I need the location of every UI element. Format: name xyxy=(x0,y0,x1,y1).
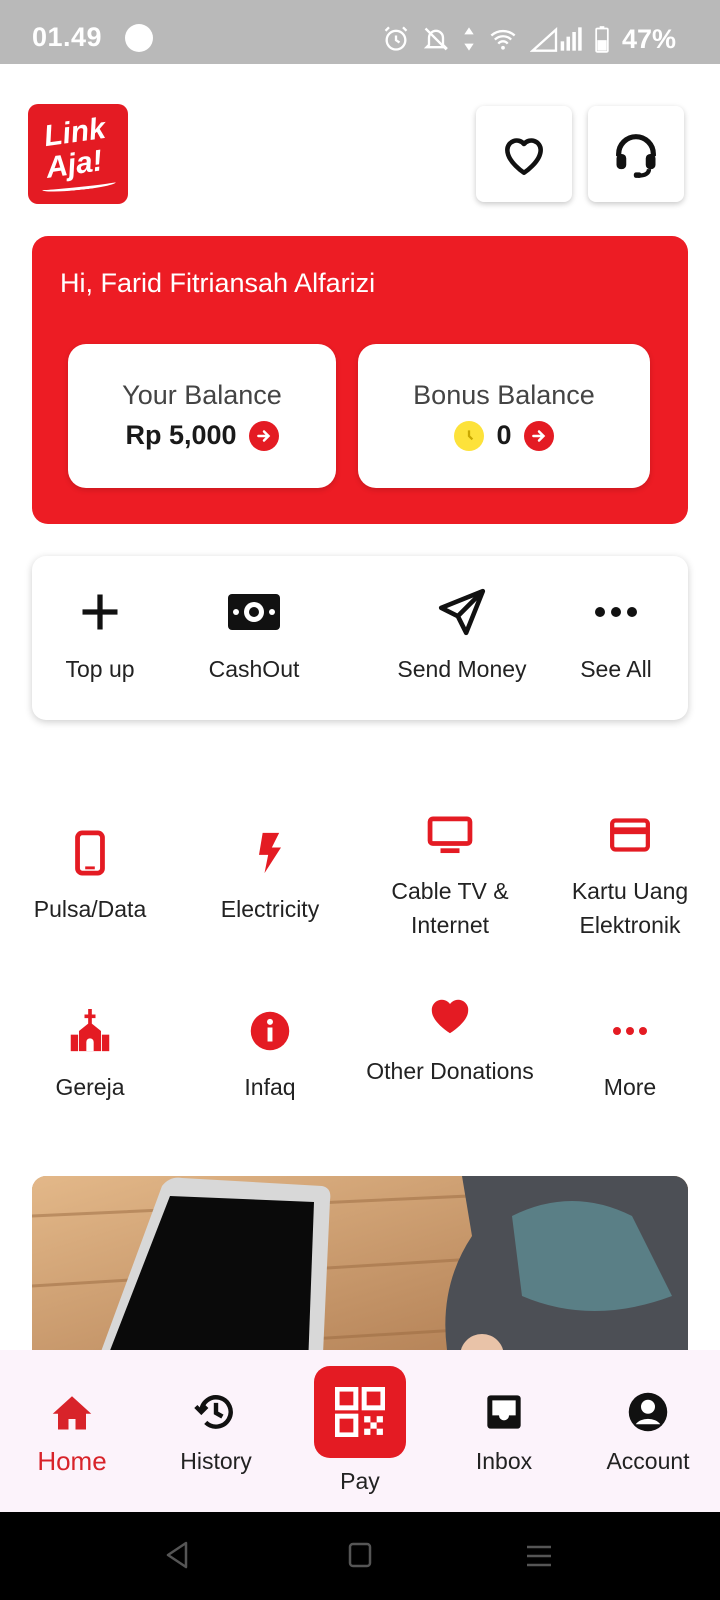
quick-action-send-money[interactable]: Send Money xyxy=(362,586,562,683)
heart-icon xyxy=(431,999,469,1034)
nav-account-label: Account xyxy=(606,1448,690,1474)
service-other-donations[interactable]: Other Donations xyxy=(360,990,540,1088)
qr-code-icon xyxy=(335,1387,385,1437)
customer-support-button[interactable] xyxy=(588,106,684,202)
data-arrows-icon xyxy=(464,27,474,51)
wifi-icon xyxy=(490,29,516,50)
card-icon xyxy=(610,818,650,852)
nav-home[interactable]: Home xyxy=(2,1388,142,1477)
home-icon xyxy=(52,1396,92,1430)
banner-image xyxy=(32,1176,688,1376)
church-icon xyxy=(70,1009,110,1052)
system-back-icon[interactable] xyxy=(164,1540,190,1570)
bonus-coin-icon xyxy=(454,420,485,451)
service-kartu-uang-elektronik[interactable]: Kartu Uang Elektronik xyxy=(540,810,720,942)
heart-icon xyxy=(505,138,543,176)
nav-account[interactable]: Account xyxy=(578,1388,718,1475)
your-balance-label: Your Balance xyxy=(122,380,282,410)
system-home-icon[interactable] xyxy=(348,1542,372,1568)
app-notification-icon xyxy=(125,24,153,52)
nav-pay-button[interactable] xyxy=(314,1366,406,1458)
service-label: Electricity xyxy=(220,896,320,922)
quick-action-cashout[interactable]: CashOut xyxy=(174,586,334,683)
nav-history[interactable]: History xyxy=(146,1388,286,1475)
service-pulsa-data[interactable]: Pulsa/Data xyxy=(0,828,180,926)
battery-icon xyxy=(595,26,609,53)
nav-inbox[interactable]: Inbox xyxy=(434,1388,574,1475)
tv-icon xyxy=(427,816,473,854)
lightning-icon xyxy=(259,832,281,874)
service-cable-tv-internet[interactable]: Cable TV & Internet xyxy=(360,810,540,942)
system-nav-bar xyxy=(0,1512,720,1600)
bonus-balance-card[interactable]: Bonus Balance 0 xyxy=(358,344,650,488)
phone-icon xyxy=(75,830,105,876)
bonus-balance-row: 0 xyxy=(358,420,650,451)
service-label: Gereja xyxy=(55,1074,125,1100)
service-gereja[interactable]: Gereja xyxy=(0,1006,180,1104)
cash-icon xyxy=(228,594,280,630)
service-more[interactable]: More xyxy=(540,1006,720,1104)
quick-action-label: Send Money xyxy=(397,656,527,682)
plus-icon xyxy=(82,594,118,630)
greeting-text: Hi, Farid Fitriansah Alfarizi xyxy=(60,268,376,298)
quick-action-see-all[interactable]: See All xyxy=(536,586,696,683)
service-infaq[interactable]: Infaq xyxy=(180,1006,360,1104)
your-balance-card[interactable]: Your Balance Rp 5,000 xyxy=(68,344,336,488)
quick-actions-card: Top up CashOut Send Money See All xyxy=(32,556,688,720)
bonus-balance-label: Bonus Balance xyxy=(413,380,595,410)
quick-action-label: Top up xyxy=(65,656,135,682)
screen: 01.49 47% Link Aja! Hi, Farid Fitriansah… xyxy=(0,0,720,1600)
favorites-button[interactable] xyxy=(476,106,572,202)
status-icons: 47% xyxy=(382,22,676,56)
history-icon xyxy=(194,1395,233,1429)
arrow-right-icon[interactable] xyxy=(523,420,554,451)
service-label: Pulsa/Data xyxy=(33,896,147,922)
info-icon xyxy=(250,1011,290,1051)
status-bar: 01.49 47% xyxy=(0,0,720,64)
your-balance-row: Rp 5,000 xyxy=(68,420,336,451)
quick-action-label: CashOut xyxy=(208,656,300,682)
more-horizontal-icon xyxy=(595,607,637,617)
inbox-icon xyxy=(487,1395,521,1429)
mute-icon xyxy=(423,27,449,51)
alarm-icon xyxy=(384,26,408,51)
more-horizontal-icon xyxy=(613,1027,647,1035)
send-icon xyxy=(438,588,486,636)
quick-action-top-up[interactable]: Top up xyxy=(20,586,180,683)
status-time: 01.49 xyxy=(32,22,103,52)
signal-icon xyxy=(529,27,582,52)
bonus-balance-value: 0 xyxy=(496,420,512,450)
service-label: More xyxy=(603,1074,657,1100)
service-label: Kartu Uang Elektronik xyxy=(571,878,689,938)
greeting-card: Hi, Farid Fitriansah Alfarizi Your Balan… xyxy=(32,236,688,524)
your-balance-value: Rp 5,000 xyxy=(125,420,237,450)
system-menu-icon[interactable] xyxy=(526,1544,552,1568)
account-icon xyxy=(628,1392,668,1432)
service-electricity[interactable]: Electricity xyxy=(180,828,360,926)
service-label: Cable TV & Internet xyxy=(391,878,509,938)
nav-inbox-label: Inbox xyxy=(475,1448,533,1474)
service-label: Other Donations xyxy=(366,1058,534,1084)
headset-icon xyxy=(616,134,656,178)
quick-action-label: See All xyxy=(580,656,652,682)
arrow-right-icon[interactable] xyxy=(248,420,279,451)
promo-banner[interactable] xyxy=(32,1176,688,1376)
bottom-nav: Home History Pay Inbox Account xyxy=(0,1350,720,1512)
linkaja-logo: Link Aja! xyxy=(28,104,128,204)
battery-percent: 47% xyxy=(621,23,676,54)
service-label: Infaq xyxy=(244,1074,296,1100)
